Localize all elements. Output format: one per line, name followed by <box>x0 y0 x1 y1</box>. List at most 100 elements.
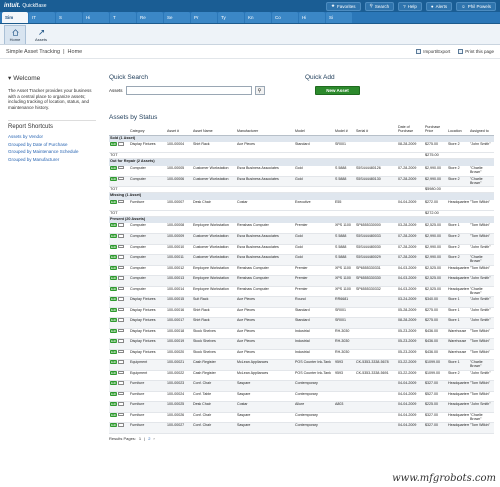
table-row[interactable]: Edit Equipment 100-00021 Cash Register McLea… <box>109 359 494 371</box>
column-header[interactable]: Assigned to <box>469 125 494 136</box>
app-tab[interactable]: Si <box>326 12 352 23</box>
shortcut-by-maintenance-schedule[interactable]: Grouped by Maintenance Schedule <box>8 149 96 155</box>
edit-button[interactable]: Edit <box>110 391 118 396</box>
edit-button[interactable]: Edit <box>110 244 118 249</box>
app-tab[interactable]: Co <box>272 12 298 23</box>
edit-button[interactable]: Edit <box>110 297 118 302</box>
edit-button[interactable]: Edit <box>110 412 118 417</box>
favorites-button[interactable]: ★ Favorites <box>325 1 361 11</box>
app-tab[interactable]: Ty <box>218 12 244 23</box>
edit-button[interactable]: Edit <box>110 255 118 260</box>
view-icon[interactable] <box>118 276 125 280</box>
table-row[interactable]: Edit Computer 100-00008 Employee Workstatio… <box>109 223 494 235</box>
app-tab[interactable]: Re <box>137 12 163 23</box>
app-tab[interactable]: Sim <box>2 12 28 23</box>
table-row[interactable]: Edit Display Fixtures 100-00019 Stock Shelv… <box>109 338 494 350</box>
column-header[interactable]: Location <box>447 125 469 136</box>
table-row[interactable]: Edit Computer 100-00009 Customer Workstatio… <box>109 233 494 245</box>
view-icon[interactable] <box>118 370 125 375</box>
table-row[interactable]: Edit Furniture 100-00027 Conf. Chair Saspare… <box>109 422 494 434</box>
shortcut-by-date-of-purchase[interactable]: Grouped by Date of Purchase <box>8 142 96 148</box>
column-header[interactable]: Model # <box>334 125 355 136</box>
pager-next[interactable]: 2 <box>148 436 150 441</box>
view-icon[interactable] <box>118 265 125 270</box>
table-row[interactable]: Edit Furniture 100-00025 Desk Chair Costar Al… <box>109 401 494 413</box>
table-row[interactable]: Edit Display Fixtures 100-00020 Stock Shelv… <box>109 349 494 361</box>
edit-button[interactable]: Edit <box>110 402 118 407</box>
assets-tab[interactable]: Assets <box>30 25 52 44</box>
column-header[interactable] <box>109 125 129 136</box>
edit-button[interactable]: Edit <box>110 381 118 386</box>
column-header[interactable]: Date of Purchase <box>397 125 424 136</box>
edit-button[interactable]: Edit <box>110 286 118 291</box>
edit-button[interactable]: Edit <box>110 276 118 281</box>
view-icon[interactable] <box>118 255 125 259</box>
column-header[interactable]: Model <box>294 125 334 136</box>
app-tab[interactable]: S <box>56 12 82 23</box>
column-header[interactable]: Asset # <box>166 125 192 136</box>
breadcrumb-app[interactable]: Simple Asset Tracking <box>6 49 60 55</box>
shortcut-assets-by-vendor[interactable]: Assets by Vendor <box>8 134 96 140</box>
table-row[interactable]: Edit Computer 100-00005 Customer Workstatio… <box>109 165 494 177</box>
edit-button[interactable]: Edit <box>110 199 118 204</box>
app-tab[interactable]: Se <box>164 12 190 23</box>
view-icon[interactable] <box>118 244 125 249</box>
view-icon[interactable] <box>118 307 125 312</box>
alerts-button[interactable]: ● Alerts <box>425 1 453 11</box>
print-link[interactable]: Print this page <box>458 49 494 54</box>
column-header[interactable]: Category <box>129 125 166 136</box>
edit-button[interactable]: Edit <box>110 265 118 270</box>
view-icon[interactable] <box>118 360 125 364</box>
edit-button[interactable]: Edit <box>110 349 118 354</box>
edit-button[interactable]: Edit <box>110 360 118 365</box>
edit-button[interactable]: Edit <box>110 318 118 323</box>
edit-button[interactable]: Edit <box>110 307 118 312</box>
column-header[interactable]: Purchase Price <box>424 125 447 136</box>
table-row[interactable]: Edit Computer 100-00013 Employee Workstatio… <box>109 275 494 287</box>
edit-button[interactable]: Edit <box>110 165 118 170</box>
edit-button[interactable]: Edit <box>110 223 118 228</box>
quick-search-input[interactable] <box>125 86 252 95</box>
new-asset-button[interactable]: New Asset <box>315 86 360 95</box>
view-icon[interactable] <box>118 234 125 238</box>
table-row[interactable]: Edit Equipment 100-00022 Cash Register McLea… <box>109 370 494 382</box>
view-icon[interactable] <box>118 199 125 204</box>
table-row[interactable]: Edit Display Fixtures 100-00018 Stock Shelv… <box>109 328 494 340</box>
app-tab[interactable]: Pr <box>191 12 217 23</box>
app-tab[interactable]: T <box>110 12 136 23</box>
table-row[interactable]: Edit Computer 100-00014 Employee Workstatio… <box>109 286 494 298</box>
table-row[interactable]: Edit Display Fixtures 100-00017 Shirt Rack A… <box>109 317 494 329</box>
edit-button[interactable]: Edit <box>110 370 118 375</box>
edit-button[interactable]: Edit <box>110 234 118 239</box>
column-header[interactable]: Manufacturer <box>236 125 294 136</box>
chevron-right-icon[interactable]: › <box>153 436 154 441</box>
view-icon[interactable] <box>118 223 125 227</box>
home-tab[interactable]: Home <box>4 25 26 44</box>
view-icon[interactable] <box>118 176 125 181</box>
view-icon[interactable] <box>118 318 125 322</box>
table-row[interactable]: Edit Display Fixtures 100-00004 Shirt Rack A… <box>109 142 494 154</box>
view-icon[interactable] <box>118 286 125 291</box>
edit-button[interactable]: Edit <box>110 328 118 333</box>
view-icon[interactable] <box>118 297 125 301</box>
view-icon[interactable] <box>118 142 125 146</box>
table-row[interactable]: Edit Display Fixtures 100-00015 Suit Rack Ac… <box>109 296 494 308</box>
column-header[interactable]: Serial # <box>355 125 397 136</box>
edit-button[interactable]: Edit <box>110 423 118 428</box>
search-submit-button[interactable]: ⚲ <box>254 86 265 95</box>
edit-button[interactable]: Edit <box>110 176 118 181</box>
shortcut-by-manufacturer[interactable]: Grouped by Manufacturer <box>8 157 96 163</box>
view-icon[interactable] <box>118 412 125 417</box>
help-button[interactable]: ? Help <box>398 1 422 11</box>
table-row[interactable]: Edit Display Fixtures 100-00016 Shirt Rack A… <box>109 307 494 319</box>
app-tab[interactable]: Hi <box>83 12 109 23</box>
table-row[interactable]: Edit Computer 100-00011 Customer Workstatio… <box>109 254 494 266</box>
import-export-link[interactable]: Import/Export <box>416 49 450 54</box>
view-icon[interactable] <box>118 349 125 354</box>
view-icon[interactable] <box>118 328 125 333</box>
user-menu[interactable]: ☺ Phil Powels <box>456 1 496 11</box>
table-row[interactable]: Edit Computer 100-00012 Employee Workstatio… <box>109 265 494 277</box>
table-row[interactable]: Edit Computer 100-00010 Customer Workstatio… <box>109 244 494 256</box>
view-icon[interactable] <box>118 165 125 170</box>
view-icon[interactable] <box>118 381 125 385</box>
